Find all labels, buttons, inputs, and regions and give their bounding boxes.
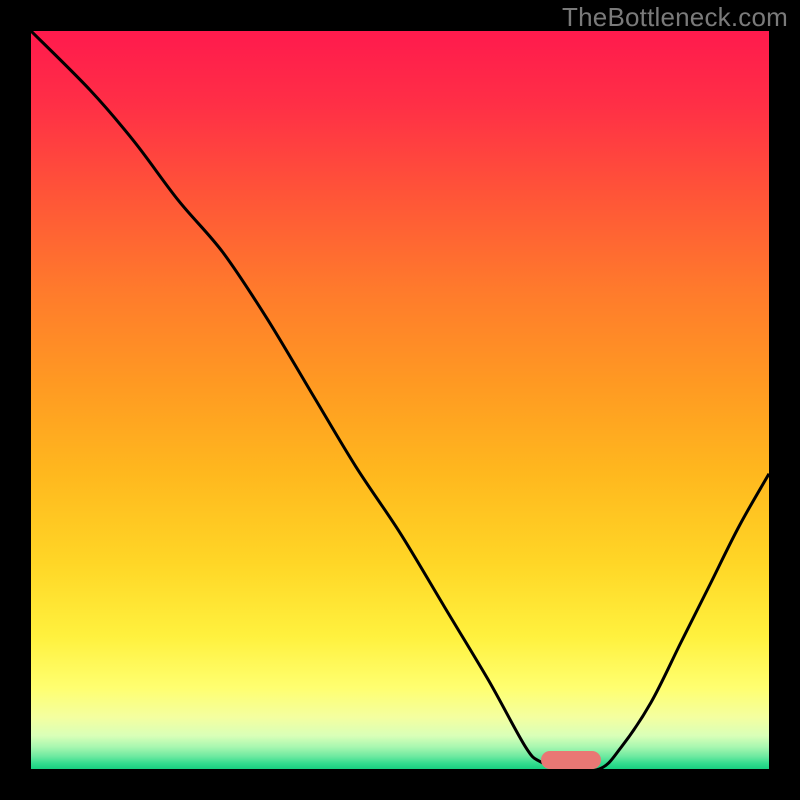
plot-area [31, 31, 769, 769]
watermark-text: TheBottleneck.com [562, 2, 788, 33]
bottleneck-curve [31, 31, 769, 769]
chart-container: TheBottleneck.com [0, 0, 800, 800]
optimal-marker [541, 751, 601, 769]
